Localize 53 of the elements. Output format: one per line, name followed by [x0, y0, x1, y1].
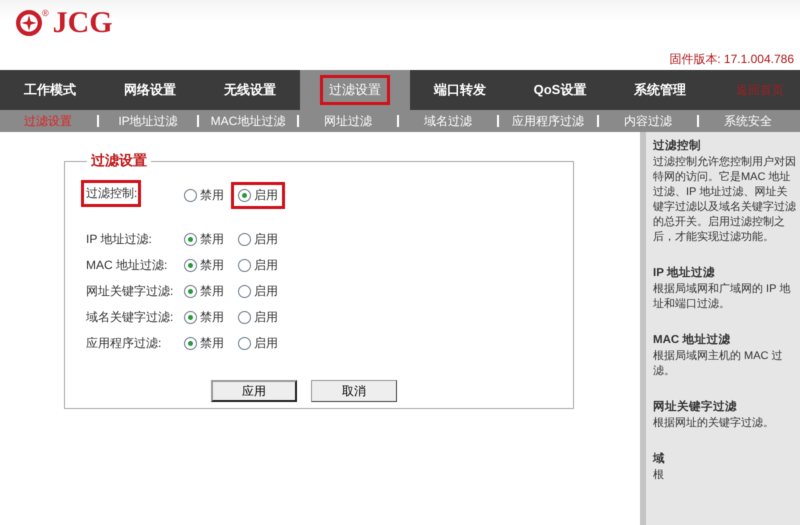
logo-icon — [16, 10, 42, 36]
radio-option[interactable]: 启用 — [231, 330, 285, 356]
field-label: MAC 地址过滤: — [85, 256, 168, 274]
radio-option[interactable]: 禁用 — [177, 252, 231, 278]
form-button[interactable]: 取消 — [311, 380, 397, 402]
nav-tab[interactable]: 工作模式 — [0, 70, 100, 110]
radio-option[interactable]: 启用 — [231, 226, 285, 252]
help-text: 过滤控制允许您控制用户对因特网的访问。它是MAC 地址过滤、IP 地址过滤、网址关键字过滤以及域名关键字过滤的总开关。启用过滤控制之后，才能实现过滤功能。 — [653, 155, 796, 245]
help-title: 过滤控制 — [653, 138, 702, 153]
panel-title: 过滤设置 — [90, 152, 148, 170]
nav-tab[interactable]: 端口转发 — [410, 70, 510, 110]
help-text: 根据局域网和广域网的 IP 地址和端口过滤。 — [653, 282, 792, 312]
help-text: 根据局域网主机的 MAC 过滤。 — [653, 349, 784, 379]
help-text: 根 — [653, 468, 665, 483]
nav-tab[interactable]: 系统管理 — [610, 70, 710, 110]
field-label: 域名关键字过滤: — [85, 308, 173, 326]
radio-button[interactable] — [184, 310, 197, 324]
radio-option[interactable]: 禁用 — [177, 304, 231, 330]
nav-tab[interactable]: 网络设置 — [100, 70, 200, 110]
form-button[interactable]: 应用 — [211, 380, 297, 402]
radio-option[interactable]: 启用 — [231, 182, 285, 208]
field-label: 过滤控制: — [81, 180, 141, 207]
radio-option[interactable]: 禁用 — [177, 226, 231, 252]
radio-button[interactable] — [238, 188, 251, 202]
registered-mark: ® — [42, 8, 49, 18]
radio-option[interactable]: 启用 — [231, 278, 285, 304]
field-label: 网址关键字过滤: — [85, 282, 173, 300]
radio-button[interactable] — [238, 336, 251, 350]
logo-text: JCG — [52, 8, 113, 38]
nav-tab[interactable]: 无线设置 — [200, 70, 300, 110]
nav-tab[interactable]: QoS设置 — [510, 70, 610, 110]
help-title: MAC 地址过滤 — [653, 332, 732, 347]
radio-button[interactable] — [238, 232, 251, 246]
radio-option[interactable]: 禁用 — [177, 182, 231, 208]
radio-button[interactable] — [238, 284, 251, 298]
radio-button[interactable] — [184, 188, 197, 202]
radio-button[interactable] — [184, 284, 197, 298]
radio-button[interactable] — [184, 336, 197, 350]
radio-option[interactable]: 禁用 — [177, 278, 231, 304]
radio-button[interactable] — [184, 258, 197, 272]
help-title: 网址关键字过滤 — [653, 399, 738, 414]
radio-button[interactable] — [238, 258, 251, 272]
firmware-version: 固件版本: 17.1.004.786 — [669, 51, 794, 68]
field-label: 应用程序过滤: — [85, 334, 162, 352]
radio-option[interactable]: 禁用 — [177, 330, 231, 356]
field-label: IP 地址过滤: — [85, 230, 153, 248]
radio-option[interactable]: 启用 — [231, 252, 285, 278]
help-title: IP 地址过滤 — [653, 265, 716, 280]
help-text: 根据网址的关键字过滤。 — [653, 416, 775, 431]
radio-button[interactable] — [238, 310, 251, 324]
radio-button[interactable] — [184, 232, 197, 246]
radio-option[interactable]: 启用 — [231, 304, 285, 330]
help-title: 域 — [653, 451, 666, 466]
